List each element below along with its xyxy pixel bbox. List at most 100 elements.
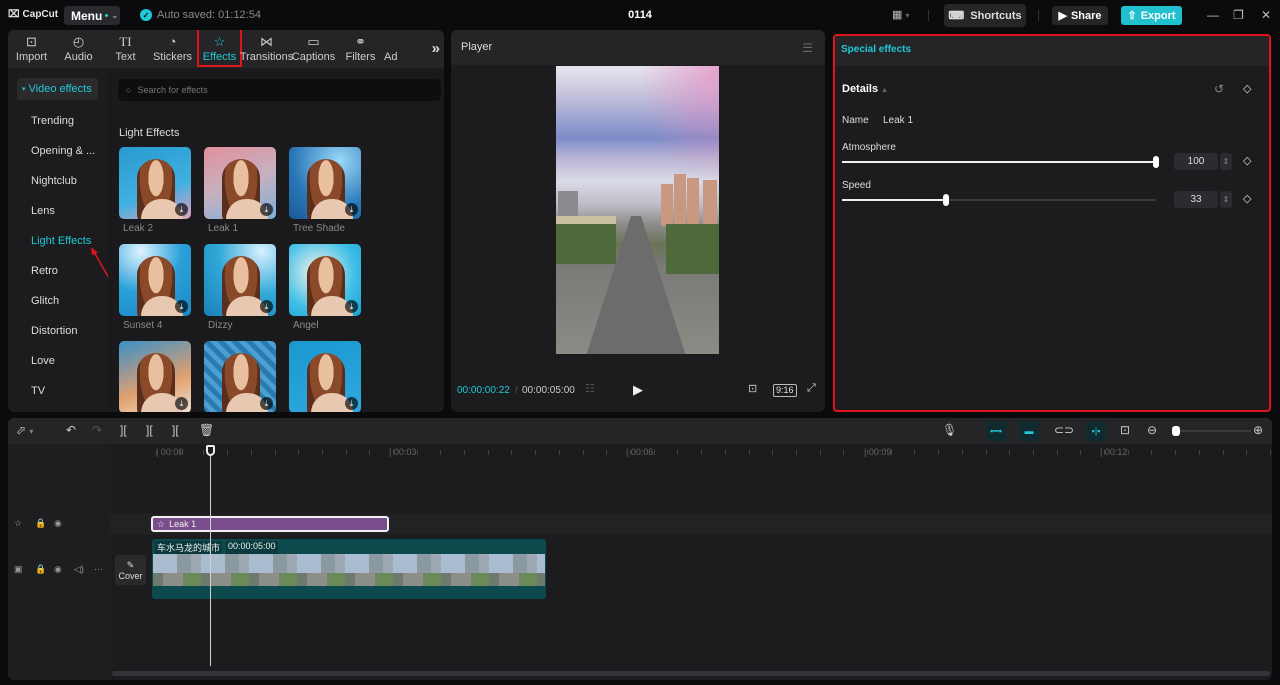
undo-icon[interactable]: ↶ <box>66 423 76 437</box>
more-icon[interactable]: ··· <box>94 564 103 574</box>
speed-slider[interactable] <box>842 194 1156 206</box>
ruler-tick <box>796 450 797 455</box>
tab-stickers[interactable]: ◔ Stickers <box>149 30 196 68</box>
minimize-icon[interactable]: — <box>1207 8 1219 22</box>
atmosphere-slider[interactable] <box>842 156 1159 168</box>
category-love[interactable]: Love <box>31 355 55 367</box>
zoom-slider-thumb[interactable] <box>1172 426 1180 436</box>
download-icon[interactable]: ⤓ <box>175 203 188 216</box>
effect-card[interactable]: ⤓ <box>289 341 361 412</box>
category-trending[interactable]: Trending <box>31 115 74 127</box>
ruler-tick <box>440 450 441 455</box>
lock-icon[interactable]: 🔒 <box>35 518 46 529</box>
tab-import[interactable]: ⊡ Import <box>8 30 55 68</box>
download-icon[interactable]: ⤓ <box>345 300 358 313</box>
zoom-out-icon[interactable]: ⊖ <box>1147 423 1157 437</box>
trim-right-icon[interactable]: ][ <box>172 423 179 437</box>
category-lens[interactable]: Lens <box>31 205 55 217</box>
atmosphere-stepper[interactable]: ⇕ <box>1220 153 1232 170</box>
link-icon[interactable]: ⊂⊃ <box>1054 423 1074 437</box>
playhead-handle[interactable] <box>206 445 215 456</box>
layout-icon[interactable]: ▦ ▾ <box>892 8 909 21</box>
export-button[interactable]: ⇧ Export <box>1121 6 1182 25</box>
keyframe-icon[interactable]: ◇ <box>1243 82 1251 95</box>
download-icon[interactable]: ⤓ <box>260 300 273 313</box>
effect-card[interactable]: ⤓ <box>204 341 276 412</box>
keyframe-icon[interactable]: ◇ <box>1243 192 1251 205</box>
effect-card[interactable]: ⤓ <box>204 244 276 316</box>
tab-effects[interactable]: ☆ Effects <box>196 30 243 68</box>
tab-audio[interactable]: ◴ Audio <box>55 30 102 68</box>
speed-stepper[interactable]: ⇕ <box>1220 191 1232 208</box>
horizontal-scrollbar[interactable] <box>112 671 1270 676</box>
tab-special-effects[interactable]: Special effects <box>835 36 1269 66</box>
zoom-to-fit-icon[interactable]: ⊡ <box>1120 423 1130 437</box>
zoom-fit-icon[interactable]: ⊡ <box>748 382 757 395</box>
tab-adjustment[interactable]: Ad <box>384 30 410 68</box>
download-icon[interactable]: ⤓ <box>260 397 273 410</box>
effect-card[interactable]: ⤓ <box>204 147 276 219</box>
cover-button[interactable]: ✎ Cover <box>115 555 146 585</box>
effect-card[interactable]: ⤓ <box>119 244 191 316</box>
effect-card[interactable]: ⤓ <box>119 147 191 219</box>
play-button[interactable]: ▶ <box>633 382 643 398</box>
preview-axis-toggle[interactable]: ▪|▪ <box>1086 421 1106 441</box>
effect-card[interactable]: ⤓ <box>119 341 191 412</box>
fullscreen-icon[interactable]: ⤢ <box>807 382 816 395</box>
restore-icon[interactable]: ❐ <box>1233 8 1244 22</box>
delete-icon[interactable]: 🗑 <box>199 423 214 437</box>
atmosphere-value-input[interactable]: 100 <box>1174 153 1218 170</box>
split-icon[interactable]: ][ <box>120 423 127 437</box>
playhead[interactable] <box>210 446 211 666</box>
zoom-slider[interactable] <box>1173 430 1251 432</box>
effect-clip[interactable]: ☆ Leak 1 <box>151 516 389 532</box>
keyframe-icon[interactable]: ◇ <box>1243 154 1251 167</box>
lock-icon[interactable]: 🔒 <box>35 564 46 575</box>
category-distortion[interactable]: Distortion <box>31 325 77 337</box>
effect-card[interactable]: ⤓ <box>289 147 361 219</box>
effect-card[interactable]: ⤓ <box>289 244 361 316</box>
select-tool-icon[interactable]: ⬀ ▾ <box>16 423 33 437</box>
auto-snap-toggle[interactable]: ▬ <box>1019 421 1039 441</box>
share-button[interactable]: ▶ Share <box>1052 6 1108 25</box>
category-glitch[interactable]: Glitch <box>31 295 59 307</box>
category-retro[interactable]: Retro <box>31 265 58 277</box>
tab-transitions[interactable]: ⋈ Transitions <box>240 30 293 68</box>
more-tabs-icon[interactable]: » <box>432 40 440 57</box>
search-input[interactable]: ○ Search for effects <box>118 79 441 101</box>
download-icon[interactable]: ⤓ <box>345 203 358 216</box>
zoom-in-icon[interactable]: ⊕ <box>1253 423 1263 437</box>
download-icon[interactable]: ⤓ <box>175 300 188 313</box>
slider-thumb[interactable] <box>1153 156 1159 168</box>
aspect-ratio-button[interactable]: 9:16 <box>773 384 797 397</box>
time-ruler[interactable]: | 00:00 | 00:03 | 00:06 | 00:09 | 00:12 <box>110 444 1272 460</box>
trim-left-icon[interactable]: ][ <box>146 423 153 437</box>
menu-icon[interactable]: ☰ <box>802 41 813 55</box>
close-icon[interactable]: ✕ <box>1261 8 1271 22</box>
video-preview[interactable] <box>556 66 719 354</box>
category-nightclub[interactable]: Nightclub <box>31 175 77 187</box>
menu-button[interactable]: Menu ⌄ <box>64 6 120 25</box>
reset-icon[interactable]: ↺ <box>1214 82 1224 96</box>
download-icon[interactable]: ⤓ <box>175 397 188 410</box>
shortcuts-button[interactable]: ⌨ Shortcuts <box>944 4 1026 27</box>
category-tv[interactable]: TV <box>31 385 45 397</box>
download-icon[interactable]: ⤓ <box>345 397 358 410</box>
video-clip[interactable]: 车水马龙的城市 00:00:05:00 <box>152 539 546 599</box>
audio-mute-icon[interactable]: ◁) <box>74 564 84 575</box>
tab-captions[interactable]: ▭ Captions <box>290 30 337 68</box>
eye-icon[interactable]: ◉ <box>54 518 62 529</box>
category-header-video-effects[interactable]: ▾ Video effects <box>17 78 98 100</box>
category-light-effects[interactable]: Light Effects <box>31 235 91 247</box>
download-icon[interactable]: ⤓ <box>260 203 273 216</box>
details-section-toggle[interactable]: Details ▲ <box>842 83 888 95</box>
tab-text[interactable]: TI Text <box>102 30 149 68</box>
slider-thumb[interactable] <box>942 194 949 206</box>
category-opening[interactable]: Opening & ... <box>31 145 95 157</box>
speed-value-input[interactable]: 33 <box>1174 191 1218 208</box>
tab-filters[interactable]: ⚭ Filters <box>337 30 384 68</box>
eye-icon[interactable]: ◉ <box>54 564 62 575</box>
microphone-icon[interactable]: 🎙 <box>942 423 957 437</box>
waveform-icon[interactable]: ☷ <box>585 382 595 395</box>
main-track-magnet-toggle[interactable]: ▪━▪ <box>986 421 1006 441</box>
